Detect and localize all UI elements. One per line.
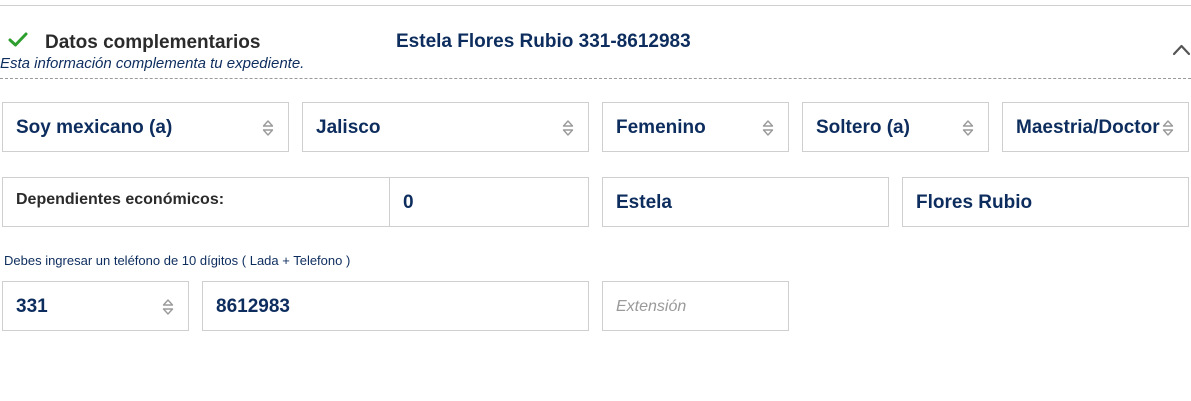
marital-status-value: Soltero (a) [816, 117, 910, 138]
sort-icon [1162, 120, 1174, 136]
last-names-value: Flores Rubio [916, 192, 1033, 213]
section-header[interactable]: Datos complementarios Estela Flores Rubi… [0, 0, 1191, 72]
area-code-value: 331 [16, 296, 48, 317]
check-icon [8, 32, 28, 47]
chevron-up-icon[interactable] [1172, 42, 1191, 56]
area-code-select[interactable]: 331 [2, 281, 189, 331]
phone-hint: Debes ingresar un teléfono de 10 dígitos… [4, 253, 351, 268]
phone-number-value: 8612983 [216, 296, 290, 317]
gender-select[interactable]: Femenino [602, 102, 789, 152]
person-summary: Estela Flores Rubio 331-8612983 [396, 31, 691, 52]
dependents-value: 0 [403, 192, 414, 213]
first-name-value: Estela [616, 192, 672, 213]
first-name-input[interactable]: Estela [602, 177, 889, 227]
state-select[interactable]: Jalisco [302, 102, 589, 152]
education-select[interactable]: Maestria/Doctorado [1002, 102, 1189, 152]
phone-number-input[interactable]: 8612983 [202, 281, 589, 331]
marital-status-select[interactable]: Soltero (a) [802, 102, 989, 152]
section-divider [0, 78, 1191, 79]
nationality-select[interactable]: Soy mexicano (a) [2, 102, 289, 152]
sort-icon [162, 299, 174, 315]
dependents-label-cell: Dependientes económicos: [2, 177, 390, 227]
nationality-value: Soy mexicano (a) [16, 117, 173, 138]
education-value: Maestria/Doctorado [1016, 117, 1160, 138]
sort-icon [562, 120, 574, 136]
sort-icon [962, 120, 974, 136]
state-value: Jalisco [316, 117, 381, 138]
complementary-data-panel: Datos complementarios Estela Flores Rubi… [0, 0, 1191, 401]
sort-icon [762, 120, 774, 136]
extension-input[interactable]: Extensión [602, 281, 789, 331]
last-names-input[interactable]: Flores Rubio [902, 177, 1189, 227]
section-title: Datos complementarios [45, 32, 261, 53]
extension-placeholder: Extensión [616, 298, 687, 315]
section-subtitle: Esta información complementa tu expedien… [0, 55, 305, 72]
dependents-input[interactable]: 0 [389, 177, 589, 227]
gender-value: Femenino [616, 117, 706, 138]
sort-icon [262, 120, 274, 136]
dependents-label: Dependientes económicos: [16, 191, 225, 208]
